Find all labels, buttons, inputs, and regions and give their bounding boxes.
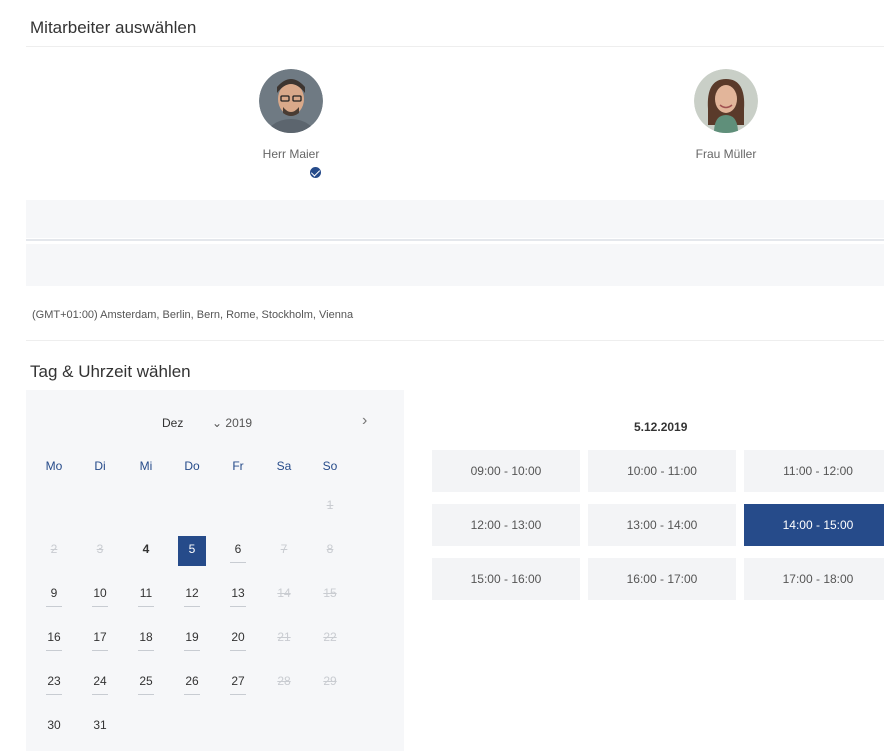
timeslot-panel: 5.12.2019 09:00 - 10:00 10:00 - 11:00 11:0… xyxy=(412,390,884,751)
timeslot-button[interactable]: 12:00 - 13:00 xyxy=(432,504,580,546)
calendar-day: 14 xyxy=(277,586,291,600)
calendar-day: 3 xyxy=(96,542,104,556)
staff-section-title: Mitarbeiter auswählen xyxy=(30,18,197,37)
calendar-day[interactable]: 16 xyxy=(40,624,68,654)
year-select[interactable]: ⌄ 2019 xyxy=(212,416,252,430)
calendar-day[interactable]: 12 xyxy=(178,580,206,610)
calendar-day[interactable]: 19 xyxy=(178,624,206,654)
timeslot-button[interactable]: 11:00 - 12:00 xyxy=(744,450,884,492)
calendar-day: 28 xyxy=(277,674,291,688)
weekday-label: Mi xyxy=(139,459,153,473)
timeslot-button[interactable]: 14:00 - 15:00 xyxy=(744,504,884,546)
month-select[interactable]: Dez xyxy=(162,416,183,430)
weekday-label: Do xyxy=(184,459,200,473)
weekday-label: Fr xyxy=(232,459,244,473)
staff-card-herr-maier[interactable]: Herr Maier xyxy=(231,69,351,161)
calendar-day[interactable]: 9 xyxy=(40,580,68,610)
avatar xyxy=(694,69,758,133)
chevron-right-icon[interactable]: › xyxy=(362,412,367,430)
staff-card-frau-mueller[interactable]: Frau Müller xyxy=(666,69,786,161)
calendar-day: 2 xyxy=(50,542,58,556)
staff-panel: Herr Maier Frau Müller xyxy=(26,46,884,196)
timeslot-button[interactable]: 10:00 - 11:00 xyxy=(588,450,736,492)
staff-name: Frau Müller xyxy=(695,147,757,161)
calendar-day[interactable]: 23 xyxy=(40,668,68,698)
calendar-day: 22 xyxy=(323,630,337,644)
calendar-day[interactable]: 4 xyxy=(132,536,160,566)
calendar-day[interactable]: 30 xyxy=(40,712,68,742)
calendar-day[interactable]: 24 xyxy=(86,668,114,698)
calendar-day: 15 xyxy=(323,586,337,600)
location-row xyxy=(26,244,884,286)
calendar-day: 1 xyxy=(326,498,334,512)
timeslot-button[interactable]: 09:00 - 10:00 xyxy=(432,450,580,492)
calendar-day[interactable]: 25 xyxy=(132,668,160,698)
calendar-day: 29 xyxy=(323,674,337,688)
selected-check-icon xyxy=(308,165,323,180)
calendar: Dez ⌄ 2019 › Mo Di Mi Do Fr Sa So 1 2 3 4 5 6 7 8 9 10 11… xyxy=(26,390,404,751)
calendar-day: 21 xyxy=(277,630,291,644)
avatar xyxy=(259,69,323,133)
calendar-day[interactable]: 11 xyxy=(132,580,160,610)
calendar-day[interactable]: 20 xyxy=(224,624,252,654)
calendar-day[interactable]: 18 xyxy=(132,624,160,654)
staff-name: Herr Maier xyxy=(262,147,320,161)
calendar-day[interactable]: 27 xyxy=(224,668,252,698)
calendar-day[interactable]: 31 xyxy=(86,712,114,742)
year-label: 2019 xyxy=(225,416,253,430)
weekday-label: So xyxy=(322,459,338,473)
weekday-label: Sa xyxy=(276,459,292,473)
divider xyxy=(26,340,884,341)
divider xyxy=(26,239,884,241)
calendar-day: 8 xyxy=(326,542,334,556)
service-row xyxy=(26,200,884,238)
calendar-day[interactable]: 26 xyxy=(178,668,206,698)
timeslot-button[interactable]: 15:00 - 16:00 xyxy=(432,558,580,600)
weekday-label: Mo xyxy=(45,459,63,473)
calendar-day[interactable]: 6 xyxy=(224,536,252,566)
timezone-label[interactable]: (GMT+01:00) Amsterdam, Berlin, Bern, Rom… xyxy=(32,309,353,321)
timeslot-button[interactable]: 17:00 - 18:00 xyxy=(744,558,884,600)
calendar-day[interactable]: 13 xyxy=(224,580,252,610)
datetime-section-title: Tag & Uhrzeit wählen xyxy=(30,362,191,381)
timeslot-button[interactable]: 16:00 - 17:00 xyxy=(588,558,736,600)
calendar-day[interactable]: 17 xyxy=(86,624,114,654)
calendar-day: 7 xyxy=(280,542,288,556)
weekday-label: Di xyxy=(94,459,106,473)
timeslot-button[interactable]: 13:00 - 14:00 xyxy=(588,504,736,546)
calendar-day[interactable]: 10 xyxy=(86,580,114,610)
selected-date-label: 5.12.2019 xyxy=(634,420,688,434)
calendar-day[interactable]: 5 xyxy=(178,536,206,566)
